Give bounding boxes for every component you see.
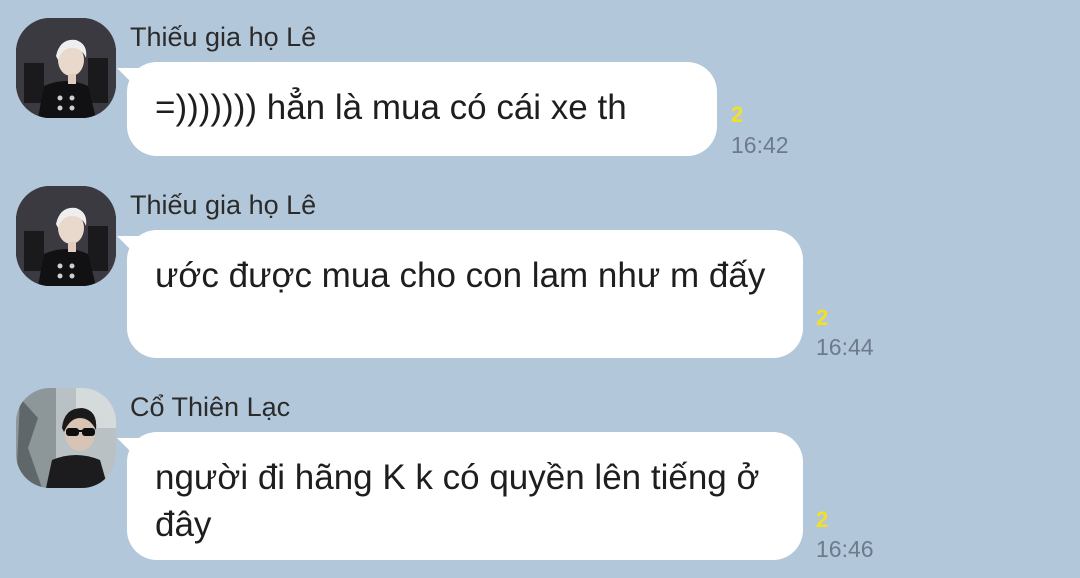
chat-screen: { "messages": [ { "sender": "Thiếu gia h… — [0, 0, 1080, 578]
message-time: 16:44 — [816, 334, 874, 360]
sender-avatar[interactable] — [16, 186, 116, 286]
message-time: 16:46 — [816, 536, 874, 562]
sender-avatar[interactable] — [16, 388, 116, 488]
message-bubble[interactable]: ước được mua cho con lam như m đấy — [117, 230, 803, 358]
message-text: người đi hãng K k có quyền lên tiếng ở đ… — [155, 458, 760, 544]
message-text: ước được mua cho con lam như m đấy — [155, 256, 766, 295]
sender-name: Cổ Thiên Lạc — [130, 392, 291, 422]
avatar-man-white-hair-icon — [16, 18, 116, 118]
sender-name: Thiếu gia họ Lê — [130, 22, 317, 52]
message-time: 16:42 — [731, 132, 789, 158]
unread-count: 2 — [816, 305, 829, 330]
unread-count: 2 — [731, 102, 744, 127]
avatar-man-white-hair-icon — [16, 186, 116, 286]
message-bubble[interactable]: người đi hãng K k có quyền lên tiếng ở đ… — [117, 432, 803, 560]
sender-avatar[interactable] — [16, 18, 116, 118]
sender-name: Thiếu gia họ Lê — [130, 190, 317, 220]
message-bubble[interactable]: =))))))) hẳn là mua có cái xe th — [117, 62, 717, 156]
message-text: =))))))) hẳn là mua có cái xe th — [155, 88, 627, 127]
avatar-man-sunglasses-icon — [16, 388, 116, 488]
unread-count: 2 — [816, 507, 829, 532]
